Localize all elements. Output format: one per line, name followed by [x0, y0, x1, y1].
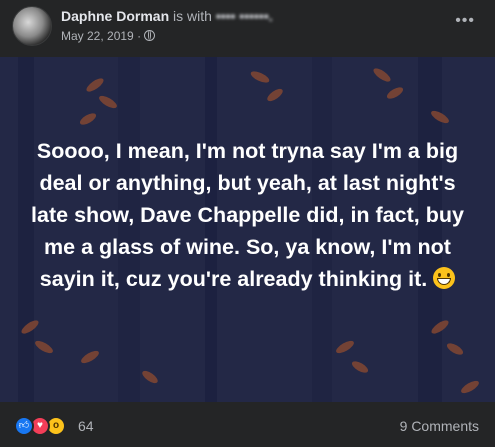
post-date[interactable]: May 22, 2019	[61, 29, 134, 43]
author-line: Daphne Dorman is with •••• ••••••.	[61, 8, 273, 24]
grinning-face-sweat-icon	[433, 267, 456, 289]
globe-icon[interactable]	[144, 30, 156, 41]
comments-count-link[interactable]: 9 Comments	[400, 418, 479, 434]
tagged-person[interactable]: •••• ••••••.	[216, 8, 273, 24]
more-options-button[interactable]: •••	[455, 12, 475, 30]
like-icon: 👍︎	[14, 416, 34, 436]
post-footer: 👍︎ ♥ o 64 9 Comments	[0, 402, 495, 447]
author-avatar[interactable]	[12, 6, 52, 46]
post-header: Daphne Dorman is with •••• ••••••. May 2…	[0, 0, 495, 57]
with-text: is with	[173, 8, 212, 24]
post-meta: May 22, 2019 ·	[61, 29, 156, 43]
author-name[interactable]: Daphne Dorman	[61, 8, 169, 24]
reaction-count[interactable]: 64	[78, 418, 94, 434]
post-text: Soooo, I mean, I'm not tryna say I'm a b…	[31, 139, 464, 291]
post-text-block: Soooo, I mean, I'm not tryna say I'm a b…	[22, 135, 473, 295]
meta-separator: ·	[137, 29, 142, 43]
post-background: Soooo, I mean, I'm not tryna say I'm a b…	[0, 57, 495, 402]
